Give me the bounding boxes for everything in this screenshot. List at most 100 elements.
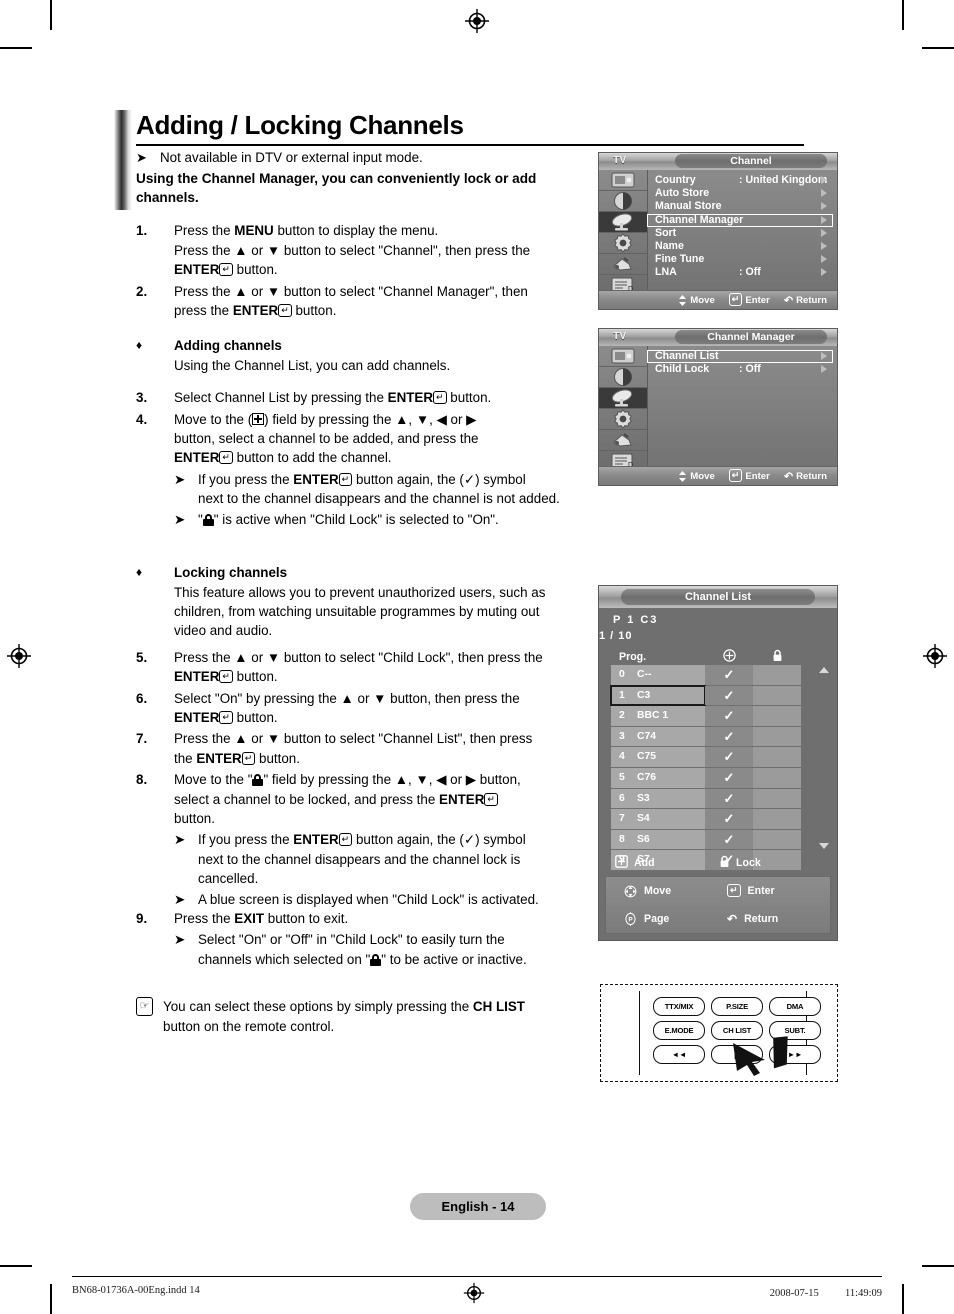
osd-menu-item[interactable]: Manual Store	[647, 200, 833, 213]
table-row[interactable]: 7 S4 ✓	[611, 809, 827, 829]
channel-list-legend: Add Lock	[611, 854, 827, 872]
channel-number: 7	[619, 813, 625, 825]
osd-menu-item[interactable]: Name	[647, 240, 833, 253]
sidebar-item-channel[interactable]	[599, 388, 647, 410]
table-row[interactable]: 5 C76 ✓	[611, 767, 827, 788]
step-7: 7. Press the ▲ or ▼ button to select "Ch…	[136, 729, 606, 768]
channel-lock-cell[interactable]	[753, 747, 801, 767]
step-4-body: Move to the () field by pressing the ▲, …	[174, 410, 606, 468]
s4n1-mid: button again, the (✓) symbol	[352, 471, 526, 487]
sidebar-item-input[interactable]	[599, 254, 647, 276]
channel-lock-cell[interactable]	[753, 685, 801, 706]
menu-keyword: MENU	[234, 223, 274, 239]
table-row[interactable]: 4 C75 ✓	[611, 747, 827, 767]
osd-menu-item[interactable]: Fine Tune	[647, 253, 833, 266]
step-8-body: Move to the " " field by pressing the ▲, …	[174, 770, 606, 828]
channel-lock-cell[interactable]	[753, 788, 801, 809]
remote-button-p-size[interactable]: P.SIZE	[711, 997, 763, 1016]
page-indicator: 1 / 10	[599, 630, 633, 642]
channel-number: 4	[619, 751, 625, 763]
sidebar-item-picture[interactable]	[599, 170, 647, 192]
step-6: 6. Select "On" by pressing the ▲ or ▼ bu…	[136, 689, 606, 728]
remote-button-ttx-mix[interactable]: TTX/MIX	[653, 997, 705, 1016]
osd-channel-titlebar: TV Channel	[599, 153, 837, 170]
enter-keyword: ENTER	[232, 303, 279, 319]
channel-add-cell[interactable]: ✓	[705, 829, 753, 850]
sidebar-item-channel[interactable]	[599, 212, 647, 234]
footer-return: ↶ Return	[784, 294, 827, 307]
osd-menu-item-label: LNA	[655, 266, 677, 279]
channel-add-cell[interactable]: ✓	[705, 767, 753, 788]
table-row[interactable]: 1 C3 ✓	[610, 684, 827, 707]
table-row[interactable]: 0 C-- ✓	[611, 665, 827, 685]
osd-menu-item-label: Fine Tune	[655, 253, 705, 266]
chevron-right-icon	[821, 267, 827, 280]
footer-return-label: Return	[796, 294, 827, 306]
remote-button-e-mode[interactable]: E.MODE	[653, 1021, 705, 1040]
s4n1-line2: next to the channel disappears and the c…	[198, 491, 560, 507]
footer-enter: ↵ Enter	[728, 468, 770, 483]
osd-menu-item-value: : Off	[739, 363, 761, 376]
diamond-bullet-icon: ♦	[136, 565, 143, 580]
sidebar-item-input[interactable]	[599, 430, 647, 452]
intro-note-text: Not available in DTV or external input m…	[160, 150, 423, 165]
note-arrow-icon: ➤	[174, 471, 186, 487]
osd-sidebar: D	[599, 170, 648, 297]
sidebar-item-sound[interactable]	[599, 191, 647, 213]
enter-key-icon: ↵	[219, 710, 233, 724]
registration-mark-right	[922, 643, 948, 669]
channel-lock-cell[interactable]	[753, 767, 801, 788]
remote-button-rewind[interactable]: ◄◄	[653, 1045, 705, 1064]
table-row[interactable]: 2 BBC 1 ✓	[611, 706, 827, 726]
channel-lock-cell[interactable]	[753, 809, 801, 829]
locking-line3: video and audio.	[174, 623, 273, 639]
sidebar-item-setup[interactable]	[599, 233, 647, 255]
channel-add-cell[interactable]: ✓	[705, 685, 753, 706]
sidebar-item-sound[interactable]	[599, 367, 647, 389]
table-row[interactable]: 3 C74 ✓	[611, 726, 827, 747]
step-5: 5. Press the ▲ or ▼ button to select "Ch…	[136, 648, 606, 687]
locking-line1: This feature allows you to prevent unaut…	[174, 584, 546, 600]
scroll-up-icon[interactable]	[819, 667, 829, 673]
osd-menu-item[interactable]: Child Lock: Off	[647, 363, 833, 376]
table-row[interactable]: 8 S6 ✓	[611, 829, 827, 850]
channel-add-cell[interactable]: ✓	[705, 726, 753, 747]
channel-name: C3	[637, 689, 651, 701]
s8n1-line3: cancelled.	[198, 871, 259, 887]
osd-menu-item[interactable]: Sort	[647, 227, 833, 240]
channel-add-cell[interactable]: ✓	[705, 788, 753, 809]
channel-add-cell[interactable]: ✓	[705, 706, 753, 726]
return-icon: ↶	[727, 912, 738, 926]
enter-keyword: ENTER	[174, 450, 220, 466]
channel-add-cell[interactable]: ✓	[705, 665, 753, 685]
page-number-badge: English - 14	[410, 1193, 546, 1220]
channel-lock-cell[interactable]	[753, 726, 801, 747]
tip-line1-pre: You can select these options by simply p…	[163, 999, 473, 1015]
osd-menu-item[interactable]: Country: United Kingdom	[647, 174, 833, 187]
page-title-block: Adding / Locking Channels	[136, 110, 804, 146]
intro-lead: Using the Channel Manager, you can conve…	[136, 169, 606, 207]
remote-tip: ☞ You can select these options by simply…	[136, 997, 606, 1036]
channel-lock-cell[interactable]	[753, 665, 801, 685]
channel-lock-cell[interactable]	[753, 829, 801, 850]
step-7-line2-post: button.	[255, 750, 300, 766]
osd-menu-item[interactable]: LNA: Off	[647, 266, 833, 279]
remote-button-dma[interactable]: DMA	[769, 997, 821, 1016]
channel-add-cell[interactable]: ✓	[705, 747, 753, 767]
osd-menu-item[interactable]: Channel Manager	[647, 213, 833, 227]
footer-page-label: Page	[644, 913, 670, 925]
scroll-down-icon[interactable]	[819, 842, 829, 849]
channel-list-scrollbar[interactable]	[819, 667, 829, 849]
osd-menu-item[interactable]: Channel List	[647, 350, 833, 364]
table-row[interactable]: 6 S3 ✓	[611, 788, 827, 809]
enter-keyword: ENTER	[293, 471, 339, 487]
instructions-column: ➤ Not available in DTV or external input…	[136, 148, 606, 1038]
step-7-line2-pre: the	[174, 750, 197, 766]
sidebar-item-setup[interactable]	[599, 409, 647, 431]
footer-enter-label: Enter	[747, 885, 775, 897]
step-9: 9. Press the EXIT button to exit.	[136, 909, 606, 928]
channel-add-cell[interactable]: ✓	[705, 809, 753, 829]
osd-menu-item[interactable]: Auto Store	[647, 187, 833, 200]
sidebar-item-picture[interactable]	[599, 346, 647, 368]
channel-lock-cell[interactable]	[753, 706, 801, 726]
